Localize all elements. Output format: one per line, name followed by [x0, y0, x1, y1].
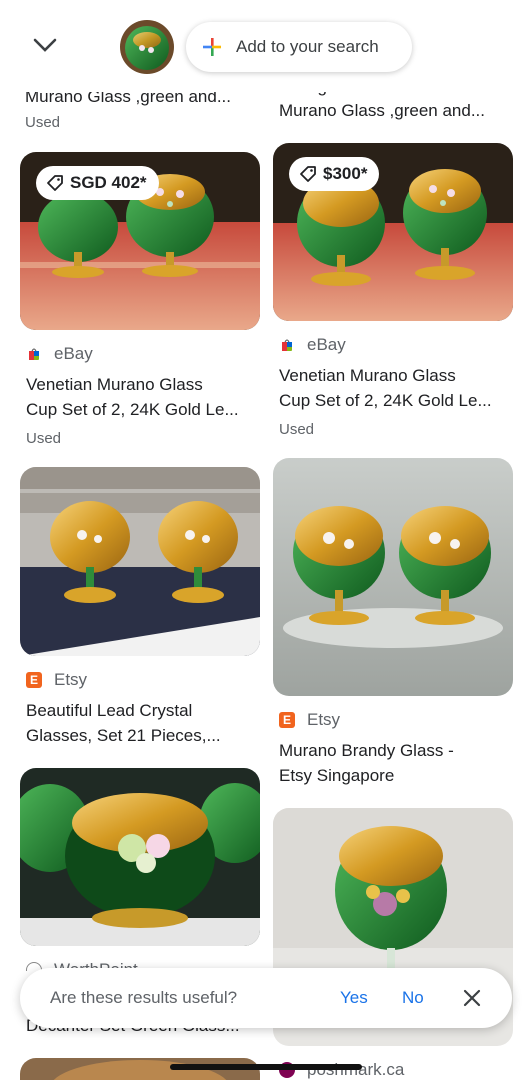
price-label: SGD 402*: [70, 173, 147, 192]
close-icon[interactable]: [462, 988, 482, 1008]
result-title[interactable]: Murano Brandy Glass -: [279, 738, 511, 763]
result-condition: Used: [26, 430, 62, 447]
etsy-icon: E: [279, 712, 295, 728]
result-title[interactable]: Cup Set of 2, 24K Gold Le...: [279, 388, 511, 413]
plus-icon: [203, 38, 221, 56]
result-condition: Used: [279, 421, 315, 438]
result-title[interactable]: Murano Glass ,green and...: [279, 98, 511, 123]
add-to-search-label: Add to your search: [236, 37, 379, 56]
add-to-search-button[interactable]: Add to your search: [186, 22, 412, 72]
source-label: Etsy: [307, 710, 341, 729]
price-badge: SGD 402*: [36, 166, 159, 200]
result-image[interactable]: SGD 402*: [20, 152, 260, 330]
result-title[interactable]: Venetian Murano Glass: [279, 363, 511, 388]
result-source[interactable]: eBay: [26, 344, 93, 364]
ebay-icon: [279, 337, 295, 353]
price-label: $300*: [323, 164, 368, 183]
feedback-yes-button[interactable]: Yes: [340, 988, 368, 1008]
chevron-down-icon[interactable]: [30, 30, 60, 60]
result-title[interactable]: Cup Set of 2, 24K Gold Le...: [26, 397, 258, 422]
source-label: eBay: [54, 344, 93, 363]
etsy-icon: E: [26, 672, 42, 688]
top-bar: Add to your search: [0, 0, 532, 92]
ebay-icon: [26, 346, 42, 362]
result-image[interactable]: [273, 458, 513, 696]
price-tag-icon: [47, 175, 63, 191]
source-label: eBay: [307, 335, 346, 354]
home-indicator[interactable]: [170, 1064, 362, 1070]
result-source[interactable]: E Etsy: [279, 710, 340, 730]
price-badge: $300*: [289, 157, 380, 191]
result-image[interactable]: [20, 768, 260, 946]
result-title[interactable]: Beautiful Lead Crystal: [26, 698, 258, 723]
feedback-question: Are these results useful?: [50, 988, 238, 1007]
result-source[interactable]: eBay: [279, 335, 346, 355]
result-title[interactable]: Venetian Murano Glass: [26, 372, 258, 397]
feedback-banner: Are these results useful? Yes No: [20, 968, 512, 1028]
query-image-thumbnail[interactable]: [120, 20, 174, 74]
result-source[interactable]: poshmark.ca: [279, 1060, 404, 1080]
result-image[interactable]: [20, 467, 260, 656]
price-tag-icon: [300, 166, 316, 182]
result-title[interactable]: Glasses, Set 21 Pieces,...: [26, 723, 258, 748]
result-source[interactable]: E Etsy: [26, 670, 87, 690]
source-label: Etsy: [54, 670, 88, 689]
result-condition: Used: [25, 114, 61, 131]
result-title[interactable]: Etsy Singapore: [279, 763, 511, 788]
result-image[interactable]: $300*: [273, 143, 513, 321]
feedback-no-button[interactable]: No: [402, 988, 424, 1008]
source-label: poshmark.ca: [307, 1060, 404, 1080]
